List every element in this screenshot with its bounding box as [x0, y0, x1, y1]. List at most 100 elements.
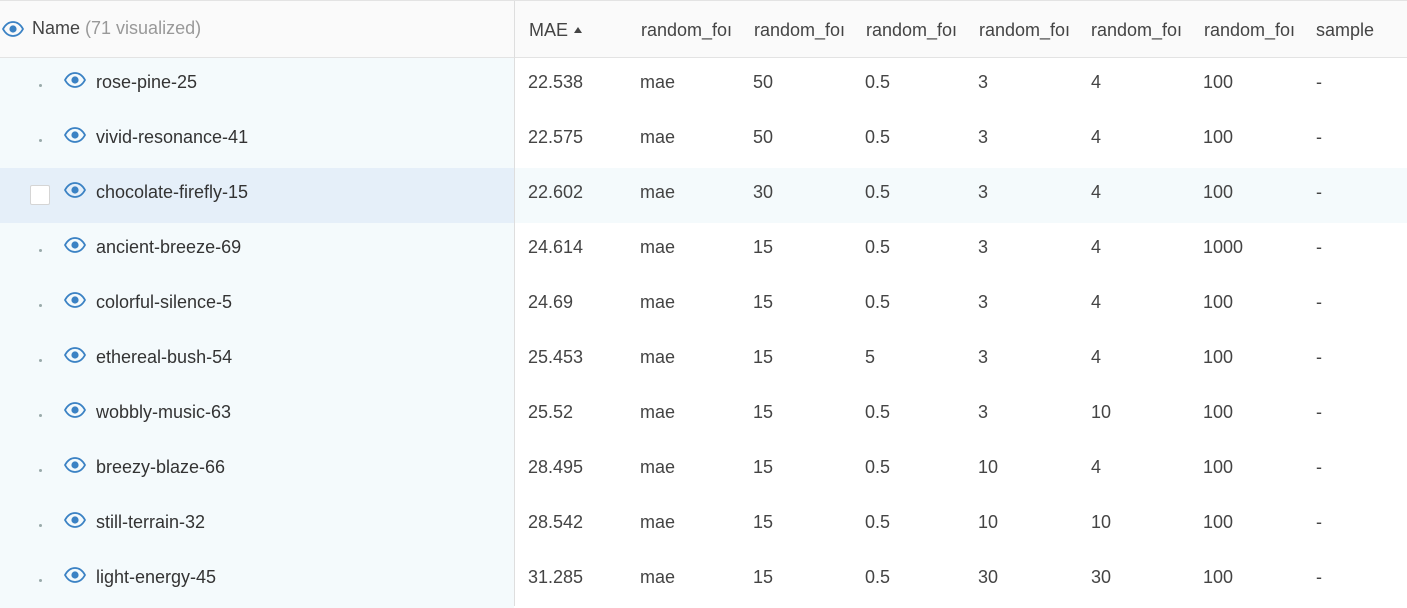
- sample-value: -: [1316, 127, 1322, 147]
- table-row[interactable]: ethereal-bush-54 25.453 mae 15 5 3 4 100…: [0, 333, 1407, 388]
- run-name[interactable]: colorful-silence-5: [96, 292, 232, 313]
- random-forest-3-value: 0.5: [865, 72, 891, 92]
- random-forest-2-value: 15: [753, 512, 774, 532]
- table-row[interactable]: wobbly-music-63 25.52 mae 15 0.5 3 10 10…: [0, 388, 1407, 443]
- run-name[interactable]: light-energy-45: [96, 567, 216, 588]
- random-forest-3-value: 0.5: [865, 512, 891, 532]
- random-forest-1-value: mae: [640, 237, 676, 257]
- row-handle-dot[interactable]: [39, 249, 42, 252]
- random-forest-3-value: 0.5: [865, 127, 891, 147]
- eye-icon[interactable]: [64, 457, 86, 473]
- random-forest-4-value: 3: [978, 347, 989, 367]
- random-forest-6-value: 100: [1203, 512, 1234, 532]
- eye-icon[interactable]: [64, 567, 86, 583]
- table-header: Name (71 visualized) MAE random_foı rand…: [0, 1, 1407, 58]
- random-forest-1-value: mae: [640, 182, 676, 202]
- random-forest-5-value: 4: [1091, 72, 1102, 92]
- sample-value: -: [1316, 347, 1322, 367]
- mae-value: 24.69: [528, 292, 574, 312]
- run-name[interactable]: ethereal-bush-54: [96, 347, 232, 368]
- column-header-random-forest-6[interactable]: random_foı: [1204, 20, 1302, 41]
- random-forest-4-value: 3: [978, 292, 989, 312]
- table-row[interactable]: light-energy-45 31.285 mae 15 0.5 30 30 …: [0, 553, 1407, 608]
- table-row[interactable]: still-terrain-32 28.542 mae 15 0.5 10 10…: [0, 498, 1407, 553]
- sample-value: -: [1316, 402, 1322, 422]
- column-header-random-forest-2[interactable]: random_foı: [754, 20, 852, 41]
- sample-value: -: [1316, 292, 1322, 312]
- row-handle-dot[interactable]: [39, 139, 42, 142]
- name-column-header[interactable]: Name (71 visualized): [0, 1, 514, 57]
- table-row[interactable]: rose-pine-25 22.538 mae 50 0.5 3 4 100 -: [0, 58, 1407, 113]
- column-header-random-forest-1[interactable]: random_foı: [641, 20, 739, 41]
- random-forest-5-value: 4: [1091, 457, 1102, 477]
- random-forest-6-value: 100: [1203, 292, 1234, 312]
- table-row[interactable]: breezy-blaze-66 28.495 mae 15 0.5 10 4 1…: [0, 443, 1407, 498]
- mae-value: 28.542: [528, 512, 584, 532]
- eye-icon[interactable]: [64, 512, 86, 528]
- random-forest-1-value: mae: [640, 347, 676, 367]
- row-handle-dot[interactable]: [39, 414, 42, 417]
- run-name[interactable]: wobbly-music-63: [96, 402, 231, 423]
- run-name[interactable]: still-terrain-32: [96, 512, 205, 533]
- table-row-hovered[interactable]: chocolate-firefly-15 22.602 mae 30 0.5 3…: [0, 168, 1407, 223]
- eye-icon[interactable]: [64, 127, 86, 143]
- random-forest-1-value: mae: [640, 457, 676, 477]
- random-forest-6-value: 100: [1203, 182, 1234, 202]
- eye-icon[interactable]: [2, 21, 24, 37]
- random-forest-5-value: 4: [1091, 347, 1102, 367]
- name-column-divider[interactable]: [514, 1, 515, 606]
- random-forest-2-value: 15: [753, 237, 774, 257]
- mae-value: 24.614: [528, 237, 584, 257]
- run-name[interactable]: rose-pine-25: [96, 72, 197, 93]
- random-forest-2-value: 15: [753, 347, 774, 367]
- row-handle-dot[interactable]: [39, 469, 42, 472]
- column-header-mae[interactable]: MAE: [529, 20, 583, 41]
- run-name[interactable]: breezy-blaze-66: [96, 457, 225, 478]
- mae-value: 25.52: [528, 402, 574, 422]
- row-handle-dot[interactable]: [39, 359, 42, 362]
- table-row[interactable]: colorful-silence-5 24.69 mae 15 0.5 3 4 …: [0, 278, 1407, 333]
- runs-table: Name (71 visualized) MAE random_foı rand…: [0, 0, 1407, 608]
- sample-value: -: [1316, 567, 1322, 587]
- random-forest-6-value: 100: [1203, 127, 1234, 147]
- table-row[interactable]: ancient-breeze-69 24.614 mae 15 0.5 3 4 …: [0, 223, 1407, 278]
- row-handle-dot[interactable]: [39, 84, 42, 87]
- random-forest-3-value: 0.5: [865, 567, 891, 587]
- row-select-checkbox[interactable]: [30, 185, 50, 205]
- random-forest-6-value: 1000: [1203, 237, 1244, 257]
- mae-value: 22.602: [528, 182, 584, 202]
- row-handle-dot[interactable]: [39, 304, 42, 307]
- column-header-random-forest-4[interactable]: random_foı: [979, 20, 1077, 41]
- random-forest-5-value: 30: [1091, 567, 1112, 587]
- column-header-random-forest-3[interactable]: random_foı: [866, 20, 964, 41]
- name-header-text: Name: [32, 18, 81, 38]
- random-forest-4-value: 10: [978, 512, 999, 532]
- random-forest-4-value: 30: [978, 567, 999, 587]
- random-forest-3-value: 5: [865, 347, 876, 367]
- random-forest-1-value: mae: [640, 567, 676, 587]
- random-forest-5-value: 4: [1091, 237, 1102, 257]
- column-header-random-forest-5[interactable]: random_foı: [1091, 20, 1189, 41]
- eye-icon[interactable]: [64, 237, 86, 253]
- random-forest-2-value: 15: [753, 457, 774, 477]
- random-forest-3-value: 0.5: [865, 182, 891, 202]
- random-forest-2-value: 50: [753, 72, 774, 92]
- row-handle-dot[interactable]: [39, 524, 42, 527]
- table-row[interactable]: vivid-resonance-41 22.575 mae 50 0.5 3 4…: [0, 113, 1407, 168]
- mae-value: 22.538: [528, 72, 584, 92]
- column-header-sample[interactable]: sample: [1316, 20, 1374, 41]
- run-name[interactable]: chocolate-firefly-15: [96, 182, 248, 203]
- eye-icon[interactable]: [64, 402, 86, 418]
- run-name[interactable]: ancient-breeze-69: [96, 237, 241, 258]
- eye-icon[interactable]: [64, 72, 86, 88]
- row-handle-dot[interactable]: [39, 579, 42, 582]
- visualized-count: (71 visualized): [85, 18, 202, 38]
- run-name[interactable]: vivid-resonance-41: [96, 127, 248, 148]
- mae-value: 25.453: [528, 347, 584, 367]
- random-forest-2-value: 15: [753, 292, 774, 312]
- sample-value: -: [1316, 182, 1322, 202]
- eye-icon[interactable]: [64, 347, 86, 363]
- eye-icon[interactable]: [64, 292, 86, 308]
- eye-icon[interactable]: [64, 182, 86, 198]
- random-forest-3-value: 0.5: [865, 237, 891, 257]
